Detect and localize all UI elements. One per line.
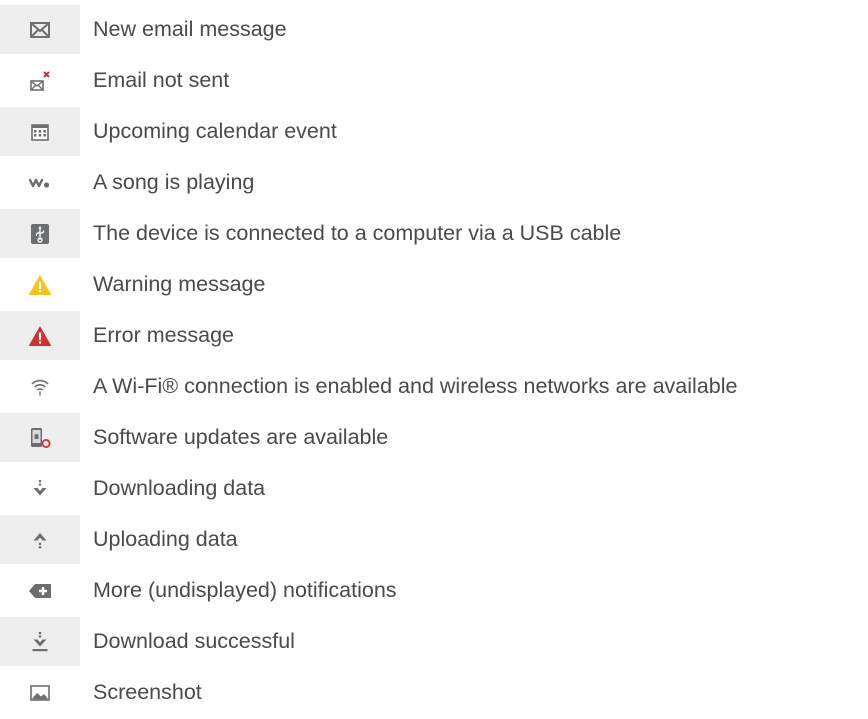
envelope-icon — [30, 21, 50, 38]
icon-cell — [0, 617, 80, 666]
row-label: The device is connected to a computer vi… — [93, 221, 622, 245]
download-icon — [32, 479, 48, 498]
icon-cell — [0, 413, 80, 462]
row-label: Error message — [93, 323, 234, 347]
calendar-icon — [31, 123, 49, 141]
row-label: Software updates are available — [93, 425, 389, 449]
table-row: A song is playing — [0, 158, 868, 209]
icon-cell — [0, 107, 80, 156]
table-row: Download successful — [0, 617, 868, 668]
walkman-icon — [29, 177, 51, 189]
warning-icon — [29, 275, 51, 295]
row-label: Warning message — [93, 272, 266, 296]
row-label: Upcoming calendar event — [93, 119, 337, 143]
usb-icon — [31, 223, 49, 244]
icon-cell — [0, 362, 80, 411]
table-row: Software updates are available — [0, 413, 868, 464]
table-row: Upcoming calendar event — [0, 107, 868, 158]
icon-cell — [0, 566, 80, 615]
row-label: Email not sent — [93, 68, 230, 92]
table-row: Screenshot — [0, 668, 868, 719]
row-label: New email message — [93, 17, 287, 41]
more-notifications-icon — [29, 583, 51, 598]
icon-cell — [0, 311, 80, 360]
table-row: Email not sent — [0, 56, 868, 107]
table-row: More (undisplayed) notifications — [0, 566, 868, 617]
icon-cell — [0, 158, 80, 207]
row-label: Downloading data — [93, 476, 266, 500]
row-label: More (undisplayed) notifications — [93, 578, 397, 602]
wifi-icon — [30, 378, 50, 396]
table-row: The device is connected to a computer vi… — [0, 209, 868, 260]
icon-cell — [0, 56, 80, 105]
software-update-icon — [29, 427, 51, 449]
icon-cell — [0, 515, 80, 564]
error-icon — [29, 326, 51, 346]
table-row: Uploading data — [0, 515, 868, 566]
table-row: Error message — [0, 311, 868, 362]
row-label: Uploading data — [93, 527, 238, 551]
email-not-sent-icon — [29, 70, 51, 92]
notification-icon-table: New email message Email not sent Upcomin… — [0, 5, 868, 719]
icon-cell — [0, 464, 80, 513]
download-successful-icon — [32, 631, 48, 652]
icon-cell — [0, 260, 80, 309]
icon-cell — [0, 5, 80, 54]
row-label: Screenshot — [93, 680, 202, 704]
row-label: A song is playing — [93, 170, 255, 194]
icon-cell — [0, 209, 80, 258]
row-label: Download successful — [93, 629, 295, 653]
table-row: New email message — [0, 5, 868, 56]
icon-cell — [0, 668, 80, 717]
table-row: Warning message — [0, 260, 868, 311]
table-row: Downloading data — [0, 464, 868, 515]
upload-icon — [32, 531, 48, 549]
screenshot-icon — [30, 684, 50, 701]
row-label: A Wi-Fi® connection is enabled and wirel… — [93, 374, 738, 398]
table-row: A Wi-Fi® connection is enabled and wirel… — [0, 362, 868, 413]
